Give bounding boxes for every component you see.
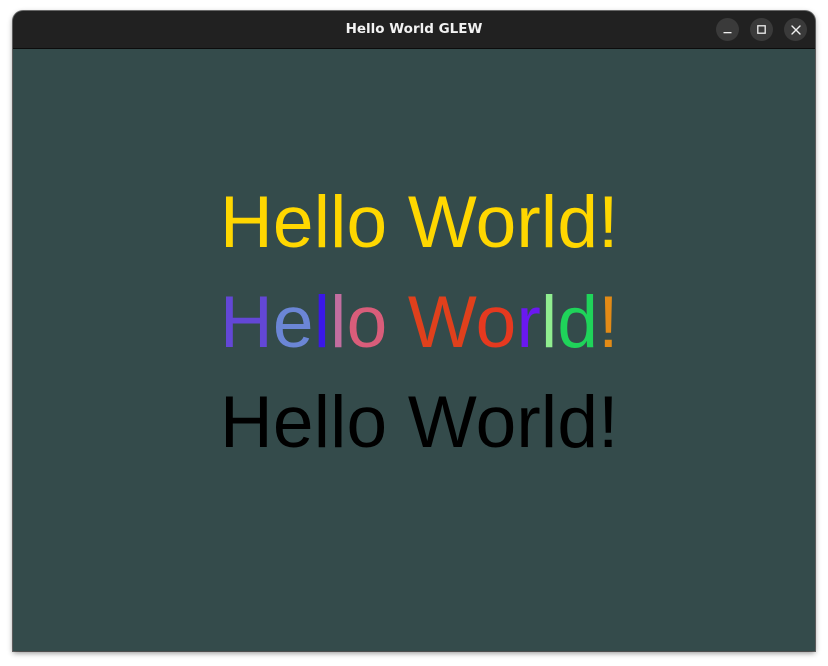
letter: o (346, 282, 388, 363)
letter: l (541, 282, 558, 363)
maximize-icon (757, 25, 766, 34)
gl-canvas[interactable]: Hello World! Hello World! Hello World! (13, 49, 815, 651)
letter (387, 282, 407, 363)
hello-world-black: Hello World! (220, 382, 619, 463)
letter: H (220, 282, 273, 363)
close-button[interactable] (784, 18, 807, 41)
letter: e (272, 282, 314, 363)
app-window: Hello World GLEW Hello World! Hello Worl… (13, 11, 815, 651)
letter: W (407, 282, 476, 363)
letter: r (516, 282, 541, 363)
letter: ! (598, 282, 619, 363)
maximize-button[interactable] (750, 18, 773, 41)
minimize-icon (723, 25, 732, 34)
letter: l (330, 282, 347, 363)
hello-world-yellow: Hello World! (220, 182, 619, 263)
hello-world-multicolor: Hello World! (220, 286, 619, 359)
letter: o (475, 282, 517, 363)
window-title: Hello World GLEW (345, 21, 483, 37)
letter: d (557, 282, 599, 363)
title-bar[interactable]: Hello World GLEW (13, 11, 815, 49)
minimize-button[interactable] (716, 18, 739, 41)
letter: l (313, 282, 331, 363)
close-icon (790, 24, 801, 35)
